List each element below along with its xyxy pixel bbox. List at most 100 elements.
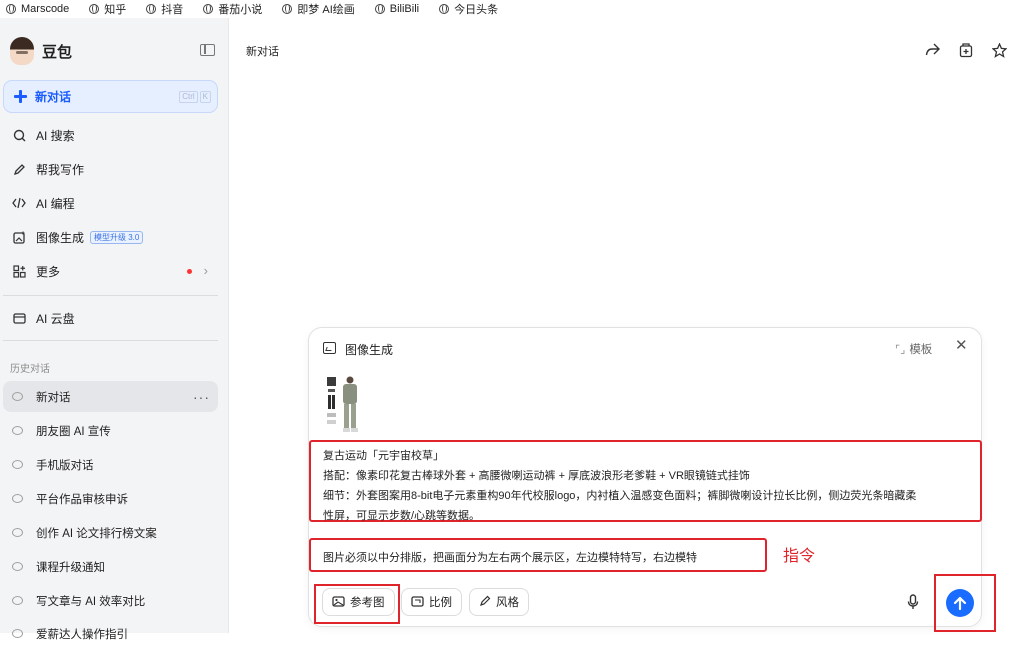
composer-mode-label: 图像生成 [345,343,394,357]
sidebar-item-label: 更多 [36,264,61,279]
globe-icon [439,4,450,14]
template-label: 模板 [909,344,933,356]
divider [3,340,218,341]
sidebar-item-ai-search[interactable]: AI 搜索 [3,121,218,149]
history-item-label: 手机版对话 [36,459,94,472]
plus-icon [14,90,27,103]
reference-image-button[interactable]: 参考图 [322,588,395,616]
ratio-label: 比例 [429,597,452,609]
sidebar-item-image-gen[interactable]: 图像生成 模型升级 3.0 [3,223,218,251]
history-item[interactable]: 朋友圈 AI 宣传 [3,415,218,446]
history-item-label: 创作 AI 论文排行榜文案 [36,527,157,540]
history-item[interactable]: 新对话 ··· [3,381,218,412]
prompt-line: 性屏，可显示步数/心跳等数据。 [323,510,481,522]
bookmark-douyin[interactable]: 抖音 [146,1,183,17]
history-item-label: 爱薪达人操作指引 [36,628,128,641]
composer: 图像生成 ⌜⌟ 模板 ✕ 复古运动「元宇宙校草」 搭配：像素印花复古棒球外套 +… [308,327,996,632]
instruction-text-highlight[interactable]: 图片必须以中分排版，把画面分为左右两个展示区，左边模特特写，右边模特 [309,538,767,572]
ratio-button[interactable]: 比例 [401,588,462,616]
history-item-label: 朋友圈 AI 宣传 [36,425,111,438]
reference-image-thumbnail[interactable] [323,375,363,433]
notification-dot [187,269,192,274]
chat-bubble-icon [12,494,23,503]
globe-icon [89,4,100,14]
more-options-icon[interactable]: ··· [193,390,210,404]
sidebar-item-label: AI 编程 [36,196,75,211]
prompt-line: 搭配：像素印花复古棒球外套 + 高腰微喇运动裤 + 厚底波浪形老爹鞋 + VR眼… [323,470,750,482]
history-item[interactable]: 课程升级通知 [3,551,218,582]
close-icon[interactable]: ✕ [955,338,968,353]
bookmark-marscode[interactable]: Marscode [6,3,69,15]
reference-image-label: 参考图 [350,597,385,609]
microphone-icon[interactable] [907,594,919,610]
chat-bubble-icon [12,596,23,605]
shortcut-key-ctrl: Ctrl [179,90,198,103]
sidebar: 豆包 新对话 Ctrl K AI 搜索 帮我写作 AI 编程 图像生成 模型升级… [0,18,229,641]
history-item-label: 写文章与 AI 效率对比 [36,595,146,608]
history-item[interactable]: 手机版对话 [3,449,218,480]
bookmark-bilibili[interactable]: BiliBili [374,3,419,15]
instruction-text: 图片必须以中分排版，把画面分为左右两个展示区，左边模特特写，右边模特 [323,552,697,564]
prompt-line: 细节：外套图案用8-bit电子元素重构90年代校服logo，内衬植入温感变色面料… [323,490,917,502]
sidebar-item-label: AI 云盘 [36,311,75,326]
chat-bubble-icon [12,629,23,638]
globe-icon [203,4,214,14]
new-chat-button[interactable]: 新对话 Ctrl K [3,80,218,113]
brand-name: 豆包 [42,43,73,61]
avatar [10,37,34,65]
bookmarks-bar: Marscode 知乎 抖音 番茄小说 即梦 AI绘画 BiliBili 今日头… [0,0,1024,18]
history-item[interactable]: 爱薪达人操作指引 [3,618,218,649]
style-label: 风格 [496,597,519,609]
image-gen-icon [323,342,336,354]
bookmark-toutiao[interactable]: 今日头条 [439,1,498,17]
sidebar-item-label: 图像生成 [36,230,85,245]
sidebar-item-label: AI 搜索 [36,128,75,143]
grid-icon [12,264,26,278]
sidebar-item-more[interactable]: 更多 › [3,257,218,285]
globe-icon [6,4,16,14]
send-button[interactable] [946,589,974,617]
star-icon[interactable] [991,42,1007,58]
shortcut-hint: Ctrl K [179,90,211,103]
new-chat-label: 新对话 [35,90,72,104]
chat-bubble-icon [12,528,23,537]
chat-bubble-icon [12,562,23,571]
chat-bubble-icon [12,426,23,435]
share-icon[interactable] [924,42,940,58]
sidebar-item-cloud-drive[interactable]: AI 云盘 [3,304,218,332]
ai-search-icon [12,128,26,142]
history-item-label: 课程升级通知 [36,561,105,574]
history-item[interactable]: 创作 AI 论文排行榜文案 [3,517,218,548]
model-upgrade-badge: 模型升级 3.0 [90,230,144,244]
sidebar-item-coding[interactable]: AI 编程 [3,189,218,217]
prompt-text-highlight[interactable]: 复古运动「元宇宙校草」 搭配：像素印花复古棒球外套 + 高腰微喇运动裤 + 厚底… [309,440,982,522]
sidebar-collapse-icon[interactable] [200,44,215,56]
pen-icon [12,162,26,176]
divider [3,295,218,296]
history-item-label: 新对话 [36,391,71,404]
history-section-title: 历史对话 [10,364,50,375]
save-icon[interactable] [958,42,974,58]
bookmark-zhihu[interactable]: 知乎 [89,1,126,17]
prompt-line: 复古运动「元宇宙校草」 [323,450,444,462]
brush-icon [479,595,491,609]
bookmark-jimeng[interactable]: 即梦 AI绘画 [282,1,355,17]
template-button[interactable]: ⌜⌟ 模板 [895,341,932,357]
chat-bubble-icon [12,460,23,469]
history-item[interactable]: 写文章与 AI 效率对比 [3,585,218,616]
sidebar-item-writing[interactable]: 帮我写作 [3,155,218,183]
style-button[interactable]: 风格 [469,588,529,616]
cloud-drive-icon [12,311,26,325]
instruction-annotation: 指令 [783,548,816,565]
chat-bubble-icon [12,392,23,401]
chevron-right-icon: › [203,263,208,278]
shortcut-key-k: K [199,90,211,103]
sidebar-item-label: 帮我写作 [36,162,85,177]
history-item-label: 平台作品审核申诉 [36,493,128,506]
bookmark-fanqie[interactable]: 番茄小说 [203,1,262,17]
arrow-up-icon [953,596,967,610]
brand[interactable]: 豆包 [10,37,72,65]
ratio-icon [411,595,424,609]
globe-icon [282,4,293,14]
history-item[interactable]: 平台作品审核申诉 [3,483,218,514]
